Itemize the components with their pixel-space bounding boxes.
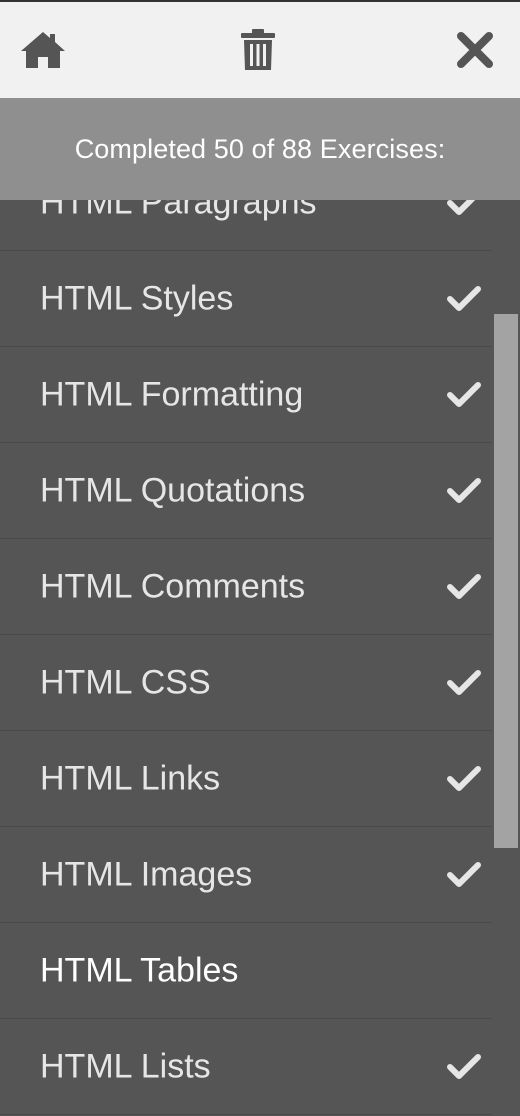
trash-icon [241,29,275,70]
checkmark-icon [446,1053,482,1081]
list-item[interactable]: HTML Images [0,827,492,923]
checkmark-icon [446,285,482,313]
delete-progress-button[interactable] [233,25,283,75]
list-item-label: HTML CSS [40,663,211,701]
list-item[interactable]: HTML Lists [0,1019,492,1115]
close-icon [457,32,493,68]
list-item-label: HTML Comments [40,567,306,605]
list-item[interactable]: HTML Links [0,731,492,827]
home-button[interactable] [18,25,68,75]
scrollbar-thumb[interactable] [494,314,518,848]
list-item-label: HTML Formatting [40,375,304,413]
home-icon [21,32,65,68]
checkmark-icon [446,381,482,409]
list-item-label: HTML Tables [40,951,239,989]
progress-text: Completed 50 of 88 Exercises: [74,133,446,164]
progress-banner: Completed 50 of 88 Exercises: [0,98,520,200]
list-item-current[interactable]: HTML Tables [0,923,492,1019]
checkmark-icon [446,477,482,505]
list-item-label: HTML Images [40,855,253,893]
scrollbar-track[interactable] [492,200,520,1116]
list-item[interactable]: HTML CSS [0,635,492,731]
window-top-border [0,0,520,2]
exercise-list-viewport: HTML Paragraphs HTML Styles HTML Formatt… [0,98,520,1116]
toolbar [0,0,520,98]
checkmark-icon [446,861,482,889]
list-item[interactable]: HTML Formatting [0,347,492,443]
close-button[interactable] [450,25,500,75]
list-item-label: HTML Links [40,759,221,797]
list-item-label: HTML Lists [40,1047,211,1085]
list-item-label: HTML Quotations [40,471,306,509]
checkmark-icon [446,765,482,793]
list-item[interactable]: HTML Comments [0,539,492,635]
checkmark-icon [446,669,482,697]
list-item[interactable]: HTML Quotations [0,443,492,539]
list-item-label: HTML Styles [40,279,234,317]
list-item[interactable]: HTML Styles [0,251,492,347]
checkmark-icon [446,573,482,601]
exercise-list: HTML Paragraphs HTML Styles HTML Formatt… [0,155,492,1115]
